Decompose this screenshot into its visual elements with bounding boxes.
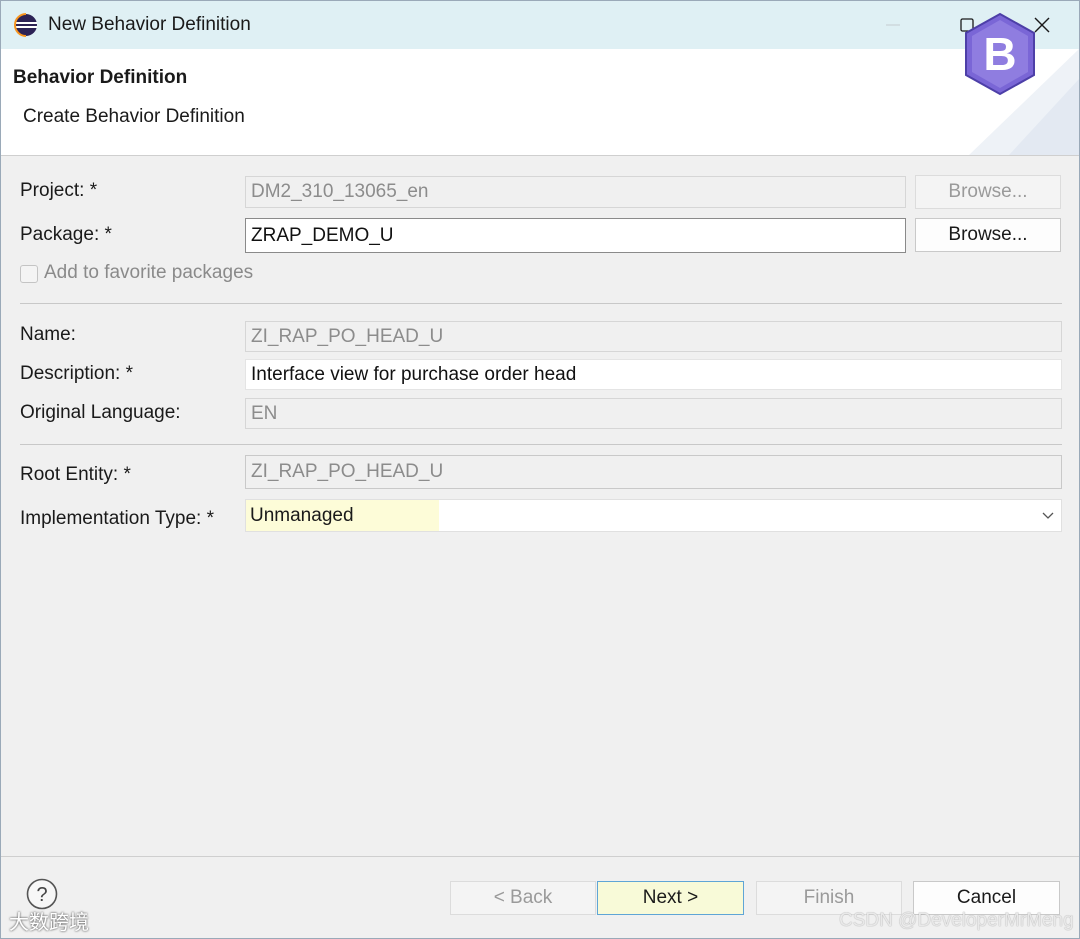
behavior-definition-logo-icon: B [965,12,1035,96]
separator-1 [20,303,1062,304]
project-browse-button: Browse... [915,175,1061,209]
footer-separator [1,856,1079,857]
back-button: < Back [450,881,596,915]
name-field: ZI_RAP_PO_HEAD_U [245,321,1062,352]
root-entity-field: ZI_RAP_PO_HEAD_U [245,455,1062,489]
package-label: Package: * [20,224,112,245]
dialog-window: New Behavior Definition Behavior Definit… [0,0,1080,939]
name-label: Name: [20,324,76,345]
svg-text:?: ? [36,884,47,906]
project-label: Project: * [20,180,98,201]
project-field: DM2_310_13065_en [245,176,906,208]
banner-logo-letter: B [983,28,1016,80]
banner-title: Behavior Definition [13,67,188,88]
implementation-type-value: Unmanaged [246,500,439,531]
package-input[interactable]: ZRAP_DEMO_U [245,218,906,253]
separator-2 [20,444,1062,445]
chevron-down-icon [1042,512,1054,519]
implementation-type-label: Implementation Type: * [20,508,214,529]
wizard-banner: Behavior Definition Create Behavior Defi… [1,49,1079,156]
original-language-field: EN [245,398,1062,429]
minimize-button[interactable] [856,1,930,49]
favorite-packages-label: Add to favorite packages [44,262,254,283]
root-entity-label: Root Entity: * [20,464,131,485]
title-bar: New Behavior Definition [1,1,1079,49]
next-button[interactable]: Next > [597,881,744,915]
banner-description: Create Behavior Definition [23,106,245,127]
watermark-right: CSDN @DeveloperMrMeng [839,910,1074,931]
package-browse-button[interactable]: Browse... [915,218,1061,252]
watermark-left: 大数跨境 [9,912,89,934]
favorite-packages-checkbox[interactable] [20,265,38,283]
description-label: Description: * [20,363,133,384]
eclipse-icon [14,13,37,37]
implementation-type-combo[interactable]: Unmanaged [245,499,1062,532]
description-input[interactable]: Interface view for purchase order head [245,359,1062,390]
window-title: New Behavior Definition [48,14,251,35]
original-language-label: Original Language: [20,402,181,423]
minimize-icon [886,24,900,26]
